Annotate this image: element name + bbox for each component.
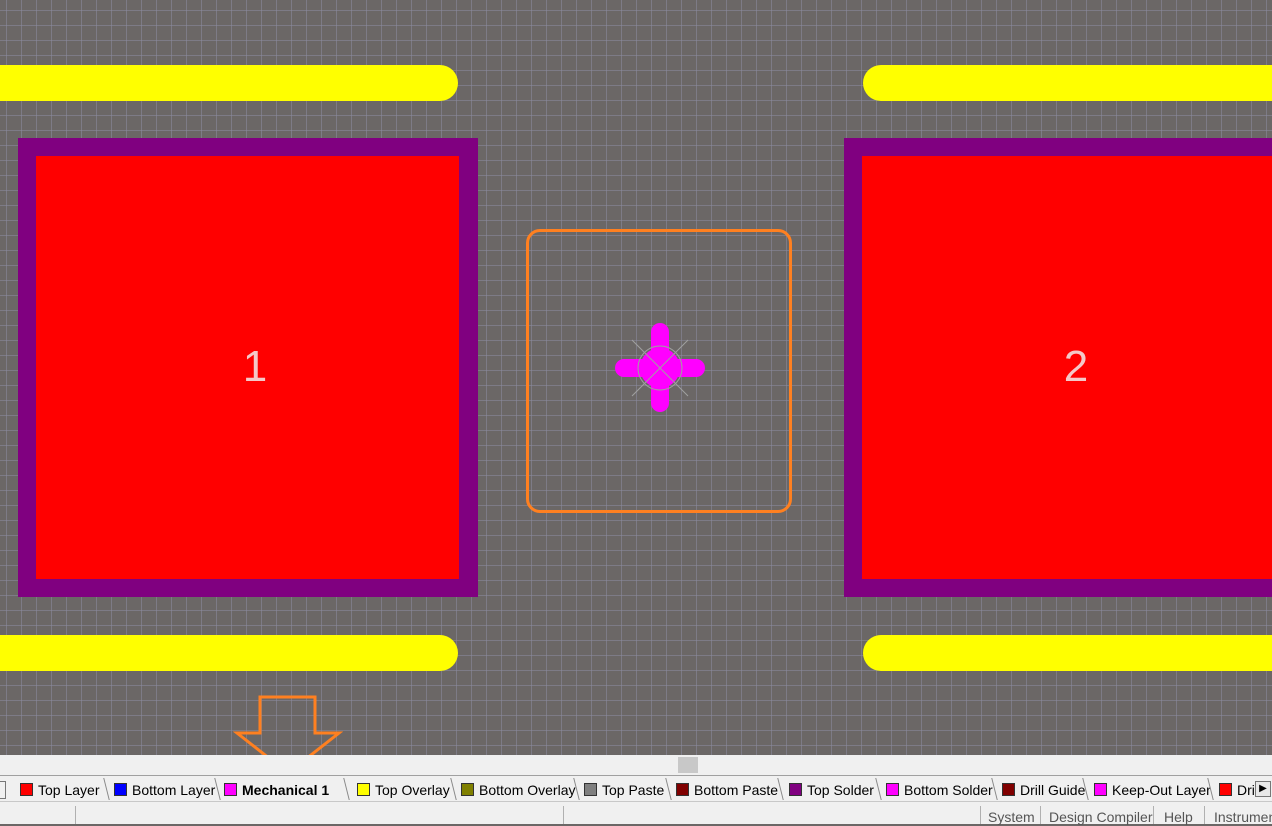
tab-top-paste[interactable]: Top Paste (578, 780, 664, 800)
help-panel-button[interactable]: Help (1164, 808, 1193, 826)
layer-tab-bar: Top Layer Bottom Layer Mechanical 1 Top … (0, 775, 1272, 802)
tab-mechanical-1[interactable]: Mechanical 1 (218, 780, 329, 800)
tab-top-overlay[interactable]: Top Overlay (351, 780, 450, 800)
tab-top-solder[interactable]: Top Solder (783, 780, 874, 800)
tab-drill-guide[interactable]: Drill Guide (996, 780, 1085, 800)
top-overlay-color-swatch (357, 783, 370, 796)
tab-label: Mechanical 1 (242, 782, 330, 798)
tab-label: Keep-Out Layer (1112, 782, 1211, 798)
tab-label: Top Solder (807, 782, 874, 798)
tab-top-layer[interactable]: Top Layer (14, 780, 99, 800)
keep-out-layer-color-swatch (1094, 783, 1107, 796)
tab-label: Drill Guide (1020, 782, 1086, 798)
tab-drill-drawing[interactable]: Dril (1213, 780, 1261, 800)
tab-label: Top Layer (38, 782, 100, 798)
bottom-layer-color-swatch (114, 783, 127, 796)
component-origin-marker-icon (615, 323, 705, 412)
layer-tab-scroll-button[interactable]: ▶ (1255, 781, 1271, 797)
hint-arrow-icon (233, 695, 343, 755)
pcb-editor-canvas[interactable]: 1 2 (0, 0, 1272, 755)
tab-label: Top Overlay (375, 782, 450, 798)
drill-drawing-color-swatch (1219, 783, 1232, 796)
mechanical-1-color-swatch (224, 783, 237, 796)
system-panel-button[interactable]: System (988, 808, 1035, 826)
tab-label: Bottom Layer (132, 782, 216, 798)
top-paste-color-swatch (584, 783, 597, 796)
bottom-overlay-color-swatch (461, 783, 474, 796)
layer-tab-partial[interactable] (0, 781, 6, 799)
status-bar: System Design Compiler Help Instrumen (0, 801, 1272, 826)
scrollbar-thumb[interactable] (678, 757, 698, 773)
bottom-solder-color-swatch (886, 783, 899, 796)
tab-bottom-overlay[interactable]: Bottom Overlay (455, 780, 575, 800)
tab-bottom-paste[interactable]: Bottom Paste (670, 780, 778, 800)
tab-label: Bottom Overlay (479, 782, 576, 798)
top-solder-color-swatch (789, 783, 802, 796)
horizontal-scrollbar[interactable] (0, 755, 1272, 775)
tab-label: Bottom Solder (904, 782, 993, 798)
tab-label: Top Paste (602, 782, 665, 798)
bottom-paste-color-swatch (676, 783, 689, 796)
tab-label: Bottom Paste (694, 782, 779, 798)
tab-keep-out-layer[interactable]: Keep-Out Layer (1088, 780, 1211, 800)
tab-bottom-layer[interactable]: Bottom Layer (108, 780, 215, 800)
tab-bottom-solder[interactable]: Bottom Solder (880, 780, 993, 800)
drill-guide-color-swatch (1002, 783, 1015, 796)
instruments-panel-button[interactable]: Instrumen (1214, 808, 1272, 826)
design-compiler-panel-button[interactable]: Design Compiler (1049, 808, 1152, 826)
top-layer-color-swatch (20, 783, 33, 796)
